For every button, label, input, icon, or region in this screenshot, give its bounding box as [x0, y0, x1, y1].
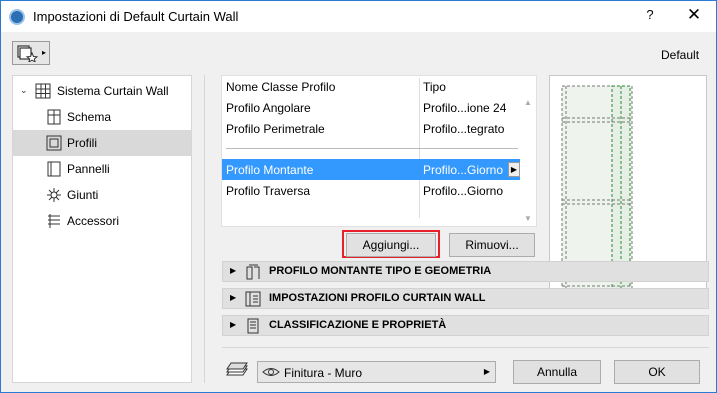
tree-item-label: Profili: [67, 136, 98, 150]
tree-item-label: Schema: [67, 110, 112, 124]
tree-item-panels[interactable]: Pannelli: [13, 156, 191, 182]
type-popup-arrow-icon[interactable]: ▶: [508, 162, 520, 177]
expand-arrow-icon: ▶: [230, 320, 237, 329]
grid-icon: [35, 83, 51, 99]
profile-settings-icon: [245, 291, 261, 307]
list-separator: [226, 148, 518, 149]
profile-class-list: Nome Classe Profilo Tipo Profilo Angolar…: [221, 75, 537, 227]
favorites-icon: [17, 45, 38, 62]
window-title: Impostazioni di Default Curtain Wall: [33, 9, 239, 24]
remove-profile-button[interactable]: Rimuovi...: [449, 233, 535, 257]
tree-item-label: Sistema Curtain Wall: [57, 84, 169, 98]
tree-item-label: Pannelli: [67, 162, 110, 176]
tree-item-schema[interactable]: Schema: [13, 104, 191, 130]
header-type: Tipo: [423, 80, 446, 94]
help-button[interactable]: ?: [637, 7, 663, 27]
cancel-button[interactable]: Annulla: [513, 360, 601, 384]
section-label: CLASSIFICAZIONE E PROPRIETÀ: [269, 319, 447, 331]
profile-type: Profilo...Giorno: [423, 163, 504, 177]
settings-tree: ⌄ Sistema Curtain Wall Schema Profili Pa…: [12, 75, 192, 383]
title-bar: Impostazioni di Default Curtain Wall ? ✕: [1, 1, 716, 32]
eye-icon: [262, 368, 280, 376]
list-item[interactable]: Profilo Traversa Profilo...Giorno: [222, 180, 520, 201]
scroll-down-icon[interactable]: ▼: [524, 214, 532, 223]
profile-type: Profilo...Giorno: [423, 184, 504, 198]
list-item[interactable]: Profilo Perimetrale Profilo...tegrato: [222, 118, 520, 139]
close-button[interactable]: ✕: [681, 5, 707, 27]
expand-arrow-icon: ▶: [230, 266, 237, 275]
tree-item-label: Accessori: [67, 214, 120, 228]
profile-name: Profilo Traversa: [226, 184, 311, 198]
add-profile-button[interactable]: Aggiungi...: [346, 233, 436, 257]
expand-chevron-icon[interactable]: ⌄: [20, 85, 28, 96]
schema-icon: [47, 109, 61, 125]
profile-name: Profilo Angolare: [226, 101, 311, 115]
list-item-selected[interactable]: Profilo Montante Profilo...Giorno ▶: [222, 159, 520, 180]
tree-item-profiles[interactable]: Profili: [13, 130, 191, 156]
profile-name: Profilo Perimetrale: [226, 122, 325, 136]
default-label: Default: [661, 48, 700, 62]
app-icon: [9, 9, 25, 25]
dropdown-arrow-icon: ▶: [483, 367, 490, 376]
expand-arrow-icon: ▶: [230, 293, 237, 302]
surface-layers-icon: [226, 362, 248, 376]
header-name: Nome Classe Profilo: [226, 80, 336, 94]
list-header: Nome Classe Profilo Tipo: [222, 76, 520, 97]
tree-item-accessories[interactable]: Accessori: [13, 208, 191, 234]
section-mullion-geometry[interactable]: ▶ PROFILO MONTANTE TIPO E GEOMETRIA: [222, 261, 709, 282]
profile-name: Profilo Montante: [226, 163, 314, 177]
dialog-window: Impostazioni di Default Curtain Wall ? ✕…: [0, 0, 717, 393]
joint-icon: [47, 188, 61, 202]
footer-divider: [222, 347, 709, 348]
section-label: PROFILO MONTANTE TIPO E GEOMETRIA: [269, 265, 492, 277]
list-scrollbar[interactable]: ▲ ▼: [520, 76, 536, 226]
section-label: IMPOSTAZIONI PROFILO CURTAIN WALL: [269, 292, 486, 304]
list-item[interactable]: Profilo Angolare Profilo...ione 24: [222, 97, 520, 118]
panel-divider: [204, 75, 205, 383]
section-classification[interactable]: ▶ CLASSIFICAZIONE E PROPRIETÀ: [222, 315, 709, 336]
tree-item-label: Giunti: [67, 188, 99, 202]
accessory-icon: [48, 214, 60, 228]
tree-item-joints[interactable]: Giunti: [13, 182, 191, 208]
surface-select[interactable]: Finitura - Muro ▶: [257, 361, 496, 383]
tree-item-curtain-wall-system[interactable]: ⌄ Sistema Curtain Wall: [13, 78, 191, 104]
surface-value: Finitura - Muro: [284, 366, 363, 380]
section-profile-settings[interactable]: ▶ IMPOSTAZIONI PROFILO CURTAIN WALL: [222, 288, 709, 309]
profile-icon: [46, 135, 62, 151]
classification-icon: [247, 318, 259, 334]
panel-icon: [47, 161, 61, 177]
ok-button[interactable]: OK: [614, 360, 700, 384]
profile-type: Profilo...tegrato: [423, 122, 505, 136]
scroll-up-icon[interactable]: ▲: [524, 98, 532, 107]
profile-type: Profilo...ione 24: [423, 101, 507, 115]
favorites-arrow-icon: ▸: [41, 48, 46, 57]
mullion-geometry-icon: [246, 264, 260, 280]
favorites-button[interactable]: ▸: [12, 41, 50, 65]
